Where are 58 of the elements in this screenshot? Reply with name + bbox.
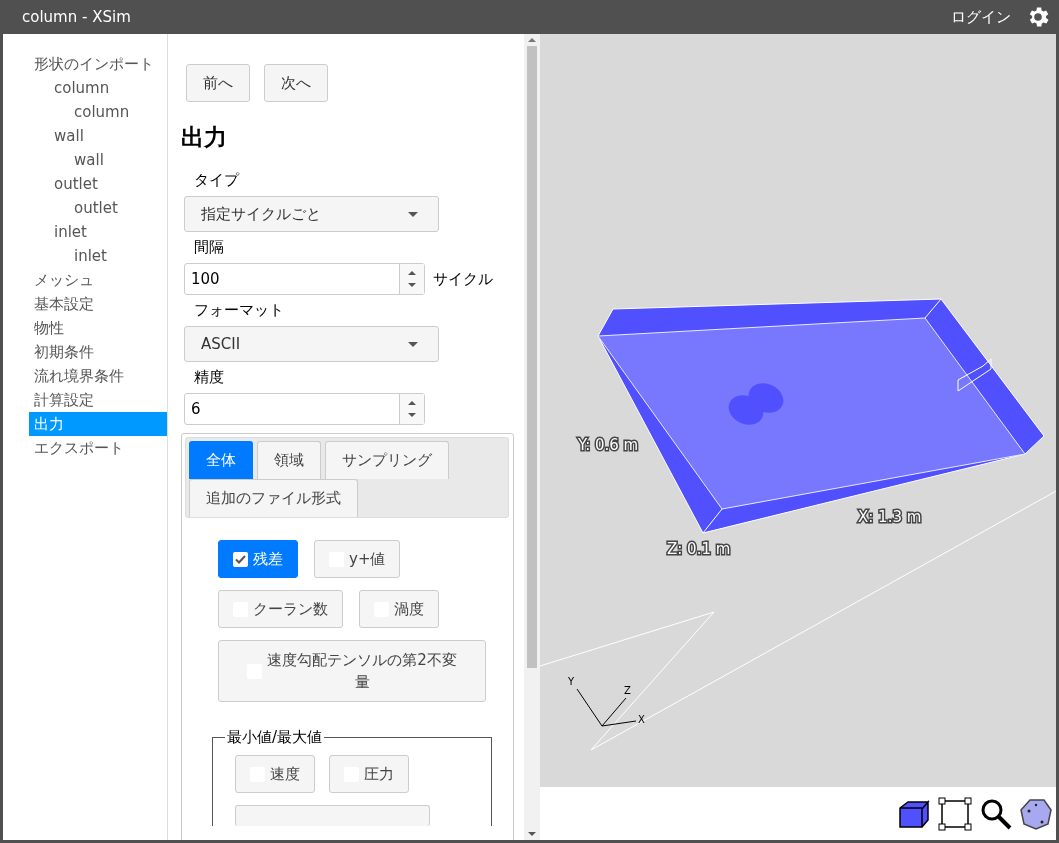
sidebar-item[interactable]: wall [29,124,167,148]
cube-icon[interactable] [898,798,930,829]
dropdown[interactable]: ASCII [184,326,439,362]
tab[interactable]: 全体 [189,441,253,479]
checkbox-button[interactable]: 圧力 [329,755,409,793]
search-icon[interactable] [980,797,1012,830]
sidebar-item[interactable]: エクスポート [29,436,167,460]
selection-frame-icon[interactable] [938,796,972,831]
dimension-label: Z: 0.1 m [667,540,731,558]
sidebar-item[interactable]: inlet [29,244,167,268]
unit-label: サイクル [433,269,493,289]
sidebar-item[interactable]: inlet [29,220,167,244]
checkbox-button[interactable]: y+値 [314,540,401,578]
sidebar-item[interactable]: column [29,76,167,100]
sidebar-item[interactable]: 物性 [29,316,167,340]
sidebar-item[interactable]: 初期条件 [29,340,167,364]
sidebar-item[interactable]: メッシュ [29,268,167,292]
dimension-label: X: 1.3 m [858,508,922,526]
spinner-icon[interactable] [399,264,424,294]
tab[interactable]: サンプリング [325,441,449,479]
window-title: column - XSim [22,8,131,26]
axis-label: Y [568,676,575,687]
login-link[interactable]: ログイン [951,7,1011,27]
spinner-icon[interactable] [399,394,424,424]
checkbox-button[interactable]: 渦度 [359,590,439,628]
checkbox-button[interactable]: クーラン数 [218,590,343,628]
sidebar-item[interactable]: outlet [29,172,167,196]
checkbox-button[interactable]: 速度 [235,755,315,793]
sidebar-item[interactable]: 計算設定 [29,388,167,412]
axis-triad-drawing [576,688,637,727]
field-label: 間隔 [193,238,225,257]
number-input[interactable]: 6 [184,393,425,425]
tab[interactable]: 領域 [257,441,321,479]
section-heading: 出力 [181,123,228,152]
field-label: フォーマット [193,301,285,320]
scrollbar[interactable] [524,34,540,840]
checkbox-button[interactable]: 速度勾配テンソルの第2不変量 [218,640,486,702]
checkbox-button[interactable]: 残差 [218,540,298,578]
field-label: 精度 [193,368,225,387]
polyhedron-icon[interactable] [1020,797,1052,830]
axis-label: Z [624,685,631,696]
nav-button[interactable]: 次へ [264,64,328,102]
nav-button[interactable]: 前へ [186,64,250,102]
dropdown[interactable]: 指定サイクルごと [184,196,439,232]
field-label: タイプ [193,171,241,190]
checkbox[interactable] [233,551,248,567]
caret-icon [408,341,418,347]
sidebar-item[interactable]: 基本設定 [29,292,167,316]
sidebar-item[interactable]: 流れ境界条件 [29,364,167,388]
sidebar-item[interactable]: outlet [29,196,167,220]
tab[interactable]: 追加のファイル形式 [189,479,358,517]
sidebar-item[interactable]: column [29,100,167,124]
sidebar-item[interactable]: 形状のインポート [29,52,167,76]
axis-label: X [638,714,645,725]
number-input[interactable]: 100 [184,263,425,295]
caret-icon [408,211,418,217]
group-legend: 最小値/最大値 [225,728,325,747]
sidebar-item[interactable]: wall [29,148,167,172]
